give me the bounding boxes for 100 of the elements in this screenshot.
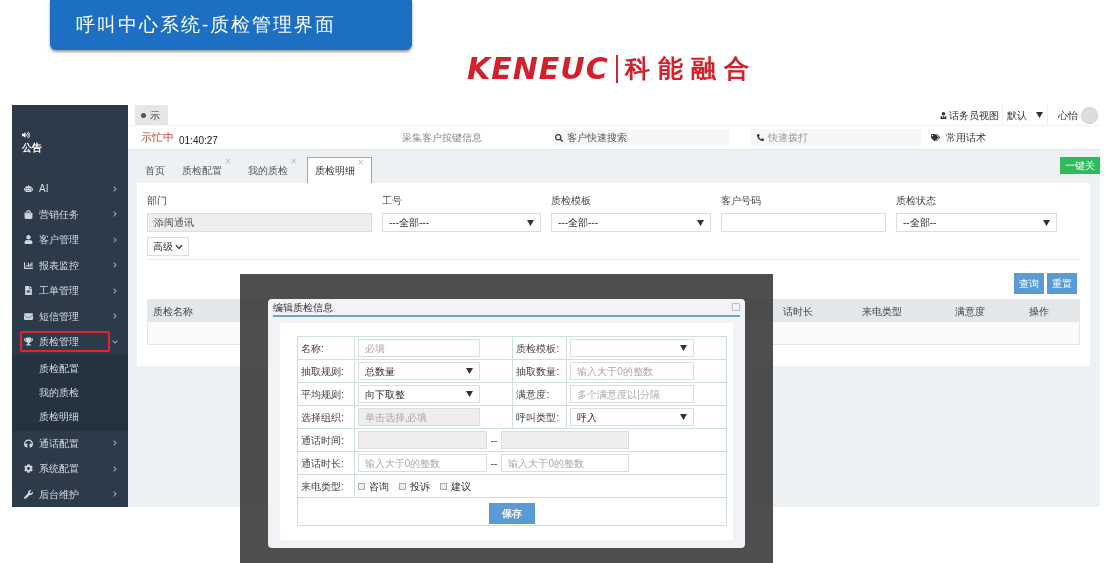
settings-icon [24, 464, 33, 474]
input-field[interactable] [721, 213, 886, 232]
logo-wordmark: KENEUC [467, 50, 609, 88]
select-field[interactable]: ---全部--- [551, 213, 711, 232]
form-label: 名称: [301, 342, 324, 354]
chevron-right-icon [112, 440, 118, 447]
headphones-icon [24, 438, 33, 448]
sidebar-item[interactable]: 客户管理 [20, 229, 110, 251]
page-tab[interactable]: 质检配置 × [175, 157, 238, 183]
chevron-right-icon [112, 491, 118, 498]
filter-label: 质检模板 [551, 194, 592, 208]
sidebar-item[interactable]: 质检管理 [20, 331, 110, 353]
chevron-right-icon [112, 262, 118, 269]
robot-icon [24, 184, 33, 194]
sidebar-item[interactable]: AI [20, 178, 110, 200]
sidebar-item[interactable]: 营销任务 [20, 203, 110, 225]
collect-keys-link[interactable]: 采集客户按键信息 [401, 130, 482, 145]
close-icon[interactable] [732, 303, 740, 311]
select-field[interactable]: ---全部--- [382, 213, 541, 232]
form-label: 呼叫类型: [516, 411, 560, 423]
caret-icon [1043, 219, 1050, 226]
agent-view-link[interactable]: 话务员视图 [940, 107, 999, 123]
sidebar-item[interactable]: 后台维护 [20, 483, 110, 505]
select-field[interactable]: 呼入 [570, 408, 695, 426]
advanced-button[interactable]: 高级 [147, 237, 189, 256]
bar-chart-icon [24, 260, 33, 270]
checkbox-label: 建议 [450, 479, 471, 494]
sidebar-item[interactable]: 系统配置 [20, 458, 110, 480]
user-icon [24, 235, 33, 245]
select-field[interactable]: --全部-- [896, 213, 1057, 232]
logo-divider [615, 54, 618, 83]
page-tab[interactable]: 质检明细 × [306, 157, 372, 183]
chevron-right-icon [112, 465, 118, 472]
tags-icon [930, 133, 940, 142]
filter-label: 客户号码 [721, 194, 762, 208]
form-label: 通话时长: [301, 457, 344, 469]
column-header: 操作 [1029, 305, 1049, 317]
avatar-icon[interactable] [1081, 106, 1098, 124]
caret-icon [527, 219, 534, 226]
checkbox[interactable] [398, 482, 406, 490]
page-tab[interactable]: 我的质检 × [240, 157, 304, 183]
chevron-right-icon [112, 287, 118, 294]
common-scripts-link[interactable]: 常用话术 [930, 130, 986, 145]
caret-icon [1036, 112, 1043, 118]
select-field[interactable] [570, 339, 695, 357]
checkbox-label: 咨询 [368, 479, 389, 494]
wrench-icon [24, 489, 33, 499]
chevron-down-icon [175, 242, 183, 251]
range-separator: -- [490, 433, 498, 448]
input-field[interactable]: 添闽通讯 [147, 213, 372, 232]
chevron-right-icon [112, 211, 118, 218]
input-field[interactable]: 必填 [357, 339, 480, 357]
sidebar-item[interactable]: 工单管理 [20, 280, 110, 302]
input-field[interactable] [357, 431, 487, 449]
caret-icon [697, 219, 704, 226]
form-label: 满意度: [516, 388, 550, 400]
form-label: 平均规则: [301, 388, 344, 400]
input-field[interactable]: 输入大于0的整数 [357, 454, 487, 472]
bag-icon [24, 209, 33, 219]
input-field[interactable]: 输入大于0的整数 [501, 454, 630, 472]
submenu-item[interactable]: 质检配置 [39, 361, 79, 376]
page-tab[interactable]: 首页 [138, 157, 172, 183]
chevron-down-icon [112, 338, 118, 345]
input-field[interactable]: 多个满意度以|分隔 [570, 385, 695, 403]
notice-link[interactable]: 公告 [22, 139, 128, 155]
sidebar-item[interactable]: 短信管理 [20, 305, 110, 327]
checkbox[interactable] [357, 482, 365, 490]
input-field[interactable]: 输入大于0的整数 [570, 362, 695, 380]
filter-label: 部门 [147, 194, 168, 208]
document-icon [24, 286, 33, 296]
form-label: 质检模板: [516, 342, 560, 354]
sidebar-item[interactable]: 报表监控 [20, 254, 110, 276]
form-label: 选择组织: [301, 411, 344, 423]
form-label: 通话时间: [301, 434, 344, 446]
customer-search-field[interactable]: 客户快速搜索 [552, 130, 729, 145]
chevron-right-icon [112, 236, 118, 243]
checkbox-label: 投诉 [409, 479, 430, 494]
filter-label: 质检状态 [896, 194, 937, 208]
caret-icon [465, 391, 473, 397]
person-icon [940, 111, 947, 119]
search-icon [554, 133, 563, 142]
envelope-icon [24, 311, 33, 321]
slide-title: 呼叫中心系统-质检管理界面 [76, 12, 337, 37]
select-field[interactable]: 总数量 [357, 362, 480, 380]
chevron-right-icon [112, 313, 118, 320]
column-header: 来电类型 [862, 305, 902, 317]
phone-icon [756, 134, 764, 141]
sidebar-item[interactable]: 通话配置 [20, 432, 110, 454]
status-tab[interactable]: 示 [135, 105, 168, 125]
select-field[interactable]: 向下取整 [357, 385, 480, 403]
filter-label: 工号 [382, 194, 403, 208]
submenu-item[interactable]: 我的质检 [39, 385, 79, 400]
column-header: 话时长 [783, 305, 813, 317]
checkbox[interactable] [439, 482, 447, 490]
dialog-title: 编辑质检信息 [273, 300, 333, 315]
chevron-right-icon [112, 185, 118, 192]
form-label: 抽取规则: [301, 365, 344, 377]
column-header: 满意度 [955, 305, 985, 317]
submenu-item[interactable]: 质检明细 [39, 409, 79, 424]
input-field[interactable] [501, 431, 630, 449]
